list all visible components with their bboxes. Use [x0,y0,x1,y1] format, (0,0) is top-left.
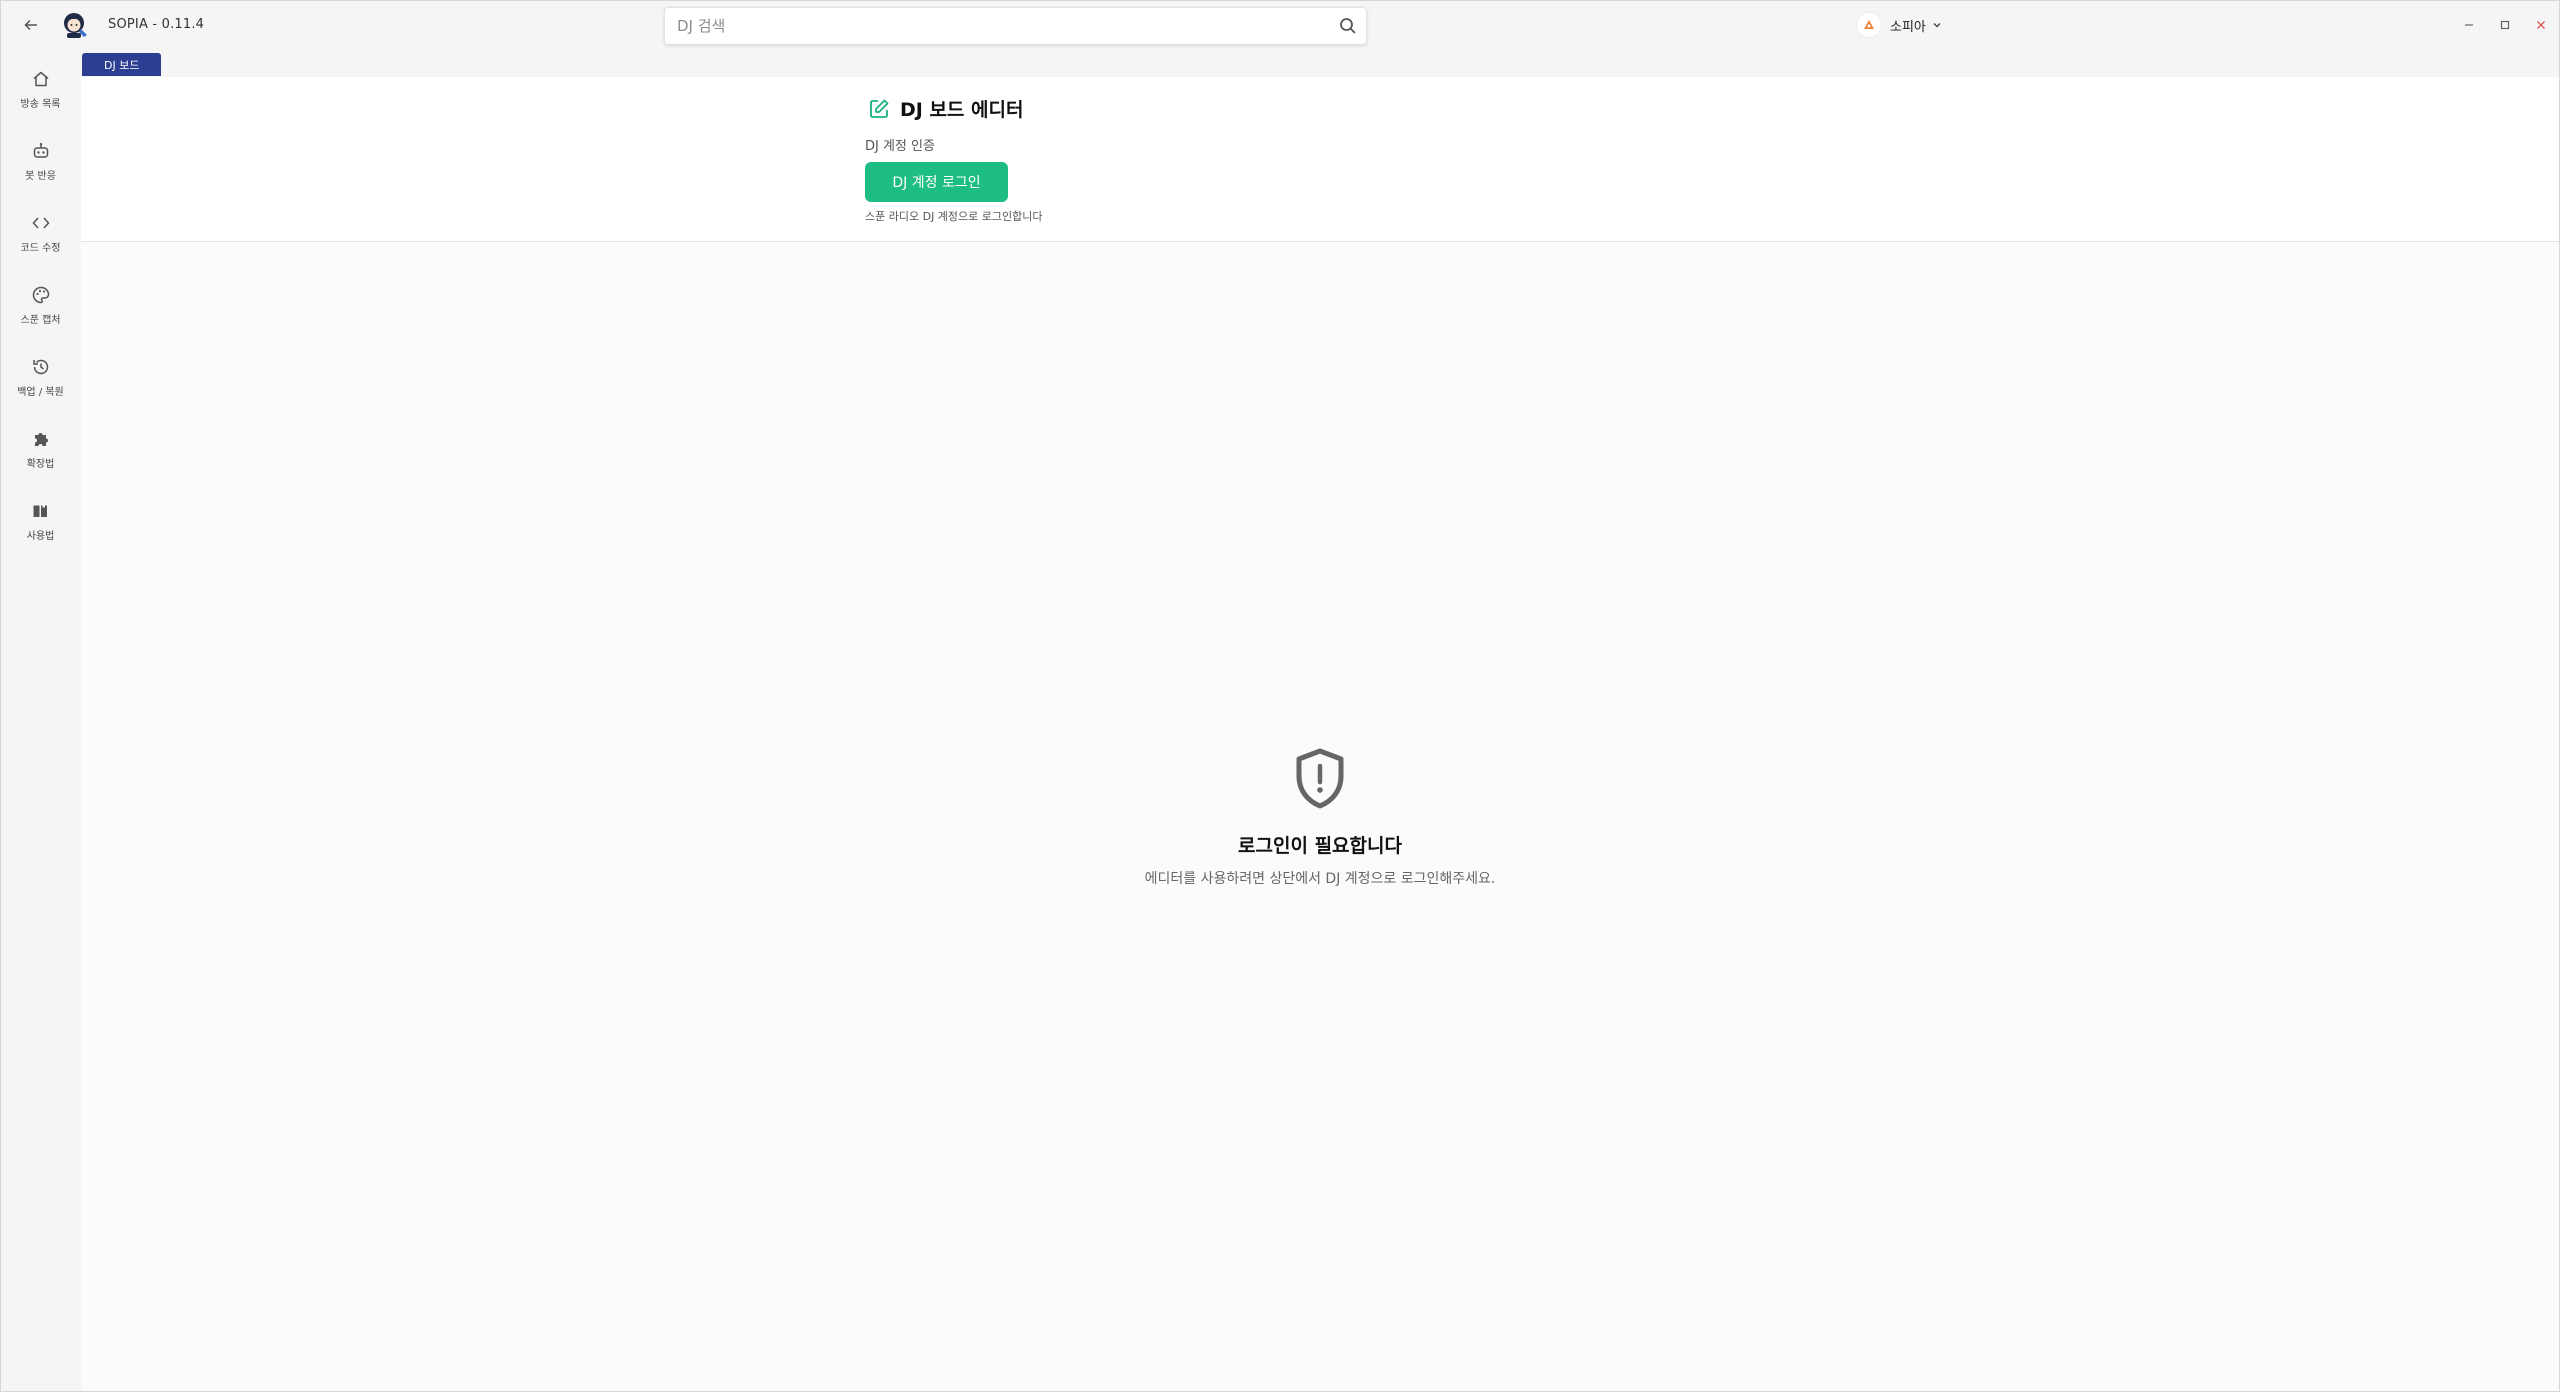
sidebar-item-broadcast-list[interactable]: 방송 목록 [1,67,80,129]
sidebar-item-label: 코드 수정 [20,243,61,254]
title-bar: SOPIA - 0.11.4 소피아 [1,1,2559,49]
app-window: SOPIA - 0.11.4 소피아 [0,0,2560,1392]
sidebar-item-backup-restore[interactable]: 백업 / 복원 [1,355,80,417]
search-box [664,7,1367,45]
palette-icon [29,283,53,307]
code-icon [29,211,53,235]
sidebar-item-extensions[interactable]: 확장법 [1,427,80,489]
maximize-icon[interactable] [2487,7,2523,43]
sidebar-item-label: 방송 목록 [20,99,61,110]
sidebar-item-label: 백업 / 복원 [17,387,64,398]
minimize-icon[interactable] [2451,7,2487,43]
search-icon[interactable] [1330,8,1366,44]
shield-alert-icon [1292,747,1348,811]
empty-state-description: 에디터를 사용하려면 상단에서 DJ 계정으로 로그인해주세요. [1144,871,1496,887]
sidebar-item-usage[interactable]: 사용법 [1,499,80,561]
sidebar-item-bot-reaction[interactable]: 봇 반응 [1,139,80,201]
login-hint-text: 스푼 라디오 DJ 계정으로 로그인합니다 [865,210,1043,223]
editor-header-panel: DJ 보드 에디터 DJ 계정 인증 DJ 계정 로그인 스푼 라디오 DJ 계… [81,77,2559,242]
editor-title-row: DJ 보드 에디터 [866,95,1023,122]
home-icon [29,67,53,91]
puzzle-icon [29,427,53,451]
login-required-empty-state: 로그인이 필요합니다 에디터를 사용하려면 상단에서 DJ 계정으로 로그인해주… [970,747,1670,888]
user-name: 소피아 [1890,19,1926,35]
sidebar-item-code-edit[interactable]: 코드 수정 [1,211,80,273]
dj-login-button[interactable]: DJ 계정 로그인 [865,162,1008,202]
edit-icon [866,96,892,122]
auth-section-label: DJ 계정 인증 [865,139,935,154]
close-icon[interactable] [2523,7,2559,43]
sidebar-item-label: 사용법 [26,531,55,542]
robot-icon [29,139,53,163]
sidebar-item-label: 확장법 [26,459,55,470]
sidebar-item-label: 스푼 캡처 [20,315,61,326]
app-logo-icon [59,9,91,41]
avatar [1856,12,1882,38]
page-title: DJ 보드 에디터 [900,99,1024,121]
tab-dj-board[interactable]: DJ 보드 [82,53,162,76]
sidebar: 방송 목록 봇 반응 코드 수정 스푼 캡처 백업 / 복원 확장법 사용법 [1,49,80,1391]
sidebar-item-spoon-capture[interactable]: 스푼 캡처 [1,283,80,345]
user-menu[interactable]: 소피아 [1856,11,1942,39]
window-controls [2451,7,2559,43]
chevron-down-icon [1932,20,1942,30]
app-title: SOPIA - 0.11.4 [108,17,205,32]
main-content: DJ 보드 에디터 DJ 계정 인증 DJ 계정 로그인 스푼 라디오 DJ 계… [81,77,2559,1391]
sidebar-item-label: 봇 반응 [25,171,56,182]
history-icon [29,355,53,379]
search-input[interactable] [665,8,1330,44]
book-icon [29,499,53,523]
empty-state-title: 로그인이 필요합니다 [1238,835,1402,857]
back-arrow-icon[interactable] [17,11,45,39]
